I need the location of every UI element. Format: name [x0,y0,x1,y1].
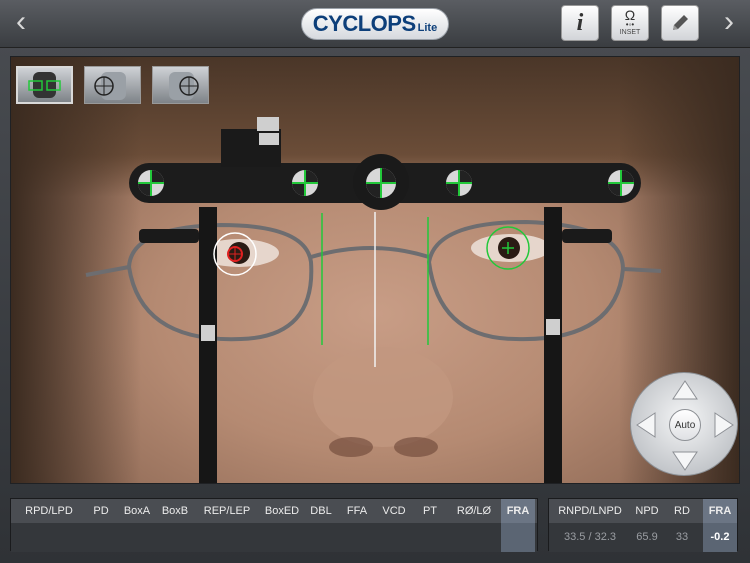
post-marker-left [546,319,560,335]
glasses-bridge [310,246,430,259]
mode-thumb-right-eye[interactable] [84,66,141,104]
mode-thumb-frame[interactable] [16,66,73,104]
col-header-boxb[interactable]: BoxB [157,499,193,523]
col-header-boxa[interactable]: BoxA [119,499,155,523]
auto-button[interactable]: Auto [669,409,701,441]
arrow-up-icon[interactable] [671,379,699,401]
col-header-vcd[interactable]: VCD [377,499,411,523]
col-header-npd[interactable]: NPD [631,499,663,523]
col-header-r0-l0[interactable]: RØ/LØ [449,499,499,523]
col-header-fra[interactable]: FRA [501,499,535,523]
near-header-row: RNPD/LNPD NPD RD FRA [549,499,737,523]
mode-thumb-left-eye[interactable] [152,66,209,104]
value-rnpd-lnpd: 33.5 / 32.3 [564,531,616,543]
col-header-rd[interactable]: RD [667,499,697,523]
col-header-boxed[interactable]: BoxED [261,499,303,523]
nostril-left [329,437,373,457]
position-joystick: Auto [630,372,738,476]
near-value-row: 33.5 / 32.3 65.9 33 -0.2 [549,523,737,552]
info-button[interactable]: i [561,5,599,41]
clip-arm-left [562,229,612,243]
col-header-ffa[interactable]: FFA [341,499,373,523]
forward-arrow-icon[interactable]: › [714,7,744,38]
edit-button[interactable] [661,5,699,41]
value-fra-near: -0.2 [703,523,737,552]
value-npd: 65.9 [636,531,658,543]
measurement-header-row: RPD/LPD PD BoxA BoxB REP/LEP BoxED DBL F… [11,499,537,523]
arrow-right-icon[interactable] [713,411,735,439]
clip-arm-right [139,229,199,243]
measurement-table-near: RNPD/LNPD NPD RD FRA 33.5 / 32.3 65.9 33… [548,498,738,552]
app-logo: CYCLOPS Lite [301,8,449,40]
col-header-rpd-lpd[interactable]: RPD/LPD [15,499,83,523]
arrow-down-icon[interactable] [671,450,699,472]
logo-sub-text: Lite [417,22,438,34]
clip-top-marker [257,117,279,131]
inset-dot-icon: •◦• [625,20,635,29]
col-header-pd[interactable]: PD [85,499,117,523]
app-window: ‹ CYCLOPS Lite i Ω •◦• INSET › Auto RPD/… [0,0,750,563]
col-header-rnpd-lnpd[interactable]: RNPD/LNPD [551,499,629,523]
col-header-pt[interactable]: PT [415,499,445,523]
temple-left [622,267,662,273]
nose-shape [313,347,453,447]
measurement-table-main: RPD/LPD PD BoxA BoxB REP/LEP BoxED DBL F… [10,498,538,552]
post-marker-right [201,325,215,341]
left-eye-target-icon [169,72,199,100]
pencil-icon [673,15,688,30]
clip-post-left [544,207,562,483]
clip-top-marker-2 [259,133,279,145]
nostril-right [394,437,438,457]
inset-label: INSET [619,29,641,36]
col-header-dbl[interactable]: DBL [305,499,337,523]
logo-main-text: CYCLOPS [312,11,416,36]
value-fra-main [501,523,535,552]
glasses-frame-icon [28,72,61,98]
arrow-left-icon[interactable] [635,411,657,439]
measurement-value-row [11,523,537,552]
inset-button[interactable]: Ω •◦• INSET [611,5,649,41]
right-eye-target-icon [94,72,126,100]
value-rd: 33 [675,531,689,543]
col-header-fra-near[interactable]: FRA [703,499,737,523]
top-toolbar: ‹ CYCLOPS Lite i Ω •◦• INSET › [0,0,750,48]
temple-right [85,265,130,277]
back-arrow-icon[interactable]: ‹ [6,7,36,38]
col-header-rep-lep[interactable]: REP/LEP [197,499,257,523]
